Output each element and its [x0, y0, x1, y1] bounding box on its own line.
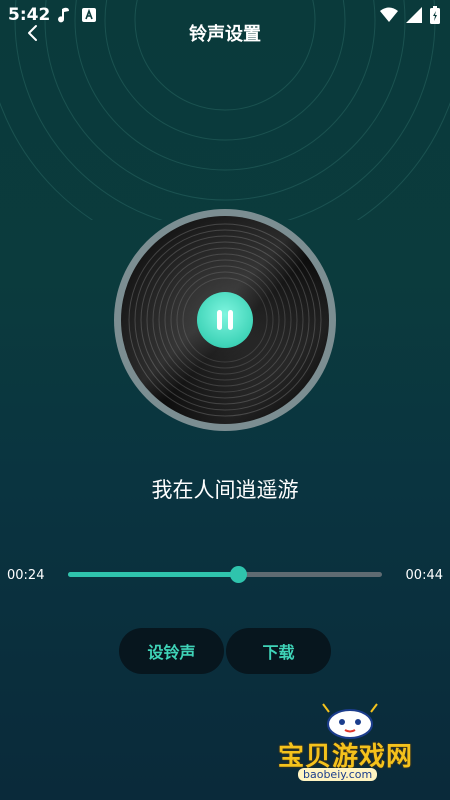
pause-icon [217, 310, 233, 330]
current-time: 00:24 [7, 568, 45, 583]
vinyl-disc [113, 208, 337, 432]
set-ringtone-button[interactable]: 设铃声 [119, 628, 224, 674]
total-time: 00:44 [405, 568, 443, 583]
gamepad-mascot-icon [322, 703, 378, 739]
pause-button[interactable] [197, 292, 253, 348]
progress-thumb[interactable] [229, 566, 247, 583]
progress-fill [68, 572, 238, 577]
song-title: 我在人间逍遥游 [151, 478, 299, 502]
watermark-logo: 宝贝游戏网 baobeiy.com [270, 700, 430, 790]
header: 铃声设置 [0, 18, 450, 50]
progress-slider[interactable] [68, 566, 382, 584]
page-title: 铃声设置 [189, 24, 261, 45]
download-button[interactable]: 下载 [226, 628, 331, 674]
watermark-url: baobeiy.com [298, 768, 378, 781]
